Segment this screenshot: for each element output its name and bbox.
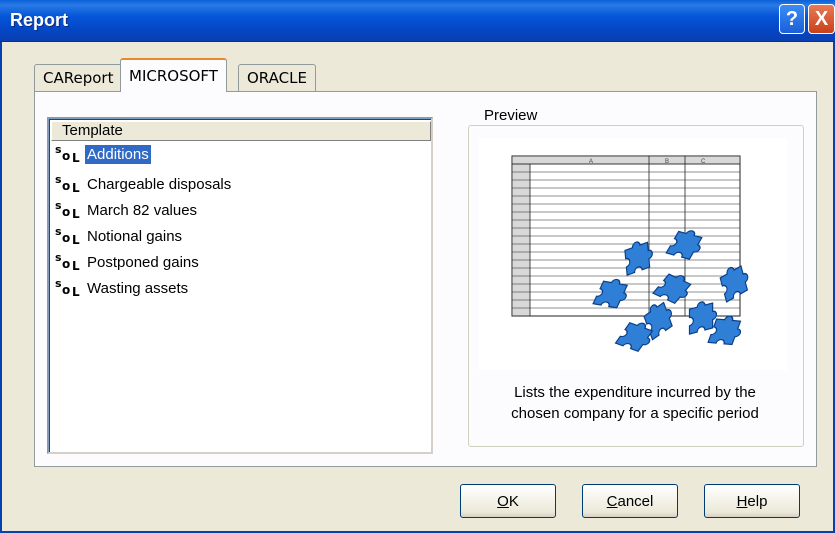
- list-item[interactable]: soL Notional gains: [53, 225, 184, 247]
- help-icon[interactable]: ?: [779, 4, 805, 34]
- list-item-label: March 82 values: [87, 201, 198, 219]
- preview-image: A B C: [479, 138, 787, 370]
- column-b-label: B: [665, 159, 669, 165]
- close-icon[interactable]: X: [808, 4, 835, 34]
- window-title: Report: [10, 10, 68, 30]
- ok-mnemonic: O: [497, 492, 509, 510]
- spreadsheet-grid: A B C: [511, 155, 741, 317]
- tab-oracle[interactable]: ORACLE: [238, 64, 316, 91]
- help-label-rest: elp: [747, 492, 768, 510]
- list-item-label: Chargeable disposals: [87, 175, 232, 193]
- sol-icon: soL: [55, 173, 80, 195]
- tab-microsoft[interactable]: MICROSOFT: [120, 58, 227, 92]
- ok-label-rest: K: [508, 492, 519, 510]
- list-item[interactable]: soL Wasting assets: [53, 277, 190, 299]
- preview-legend: Preview: [481, 107, 541, 124]
- caption-line-1: Lists the expenditure incurred by the: [514, 384, 756, 401]
- caption-line-2: chosen company for a specific period: [511, 405, 759, 422]
- template-column-header[interactable]: Template: [51, 121, 431, 141]
- list-item-label: Notional gains: [87, 227, 183, 245]
- cancel-mnemonic: C: [606, 492, 618, 510]
- sol-icon: soL: [55, 225, 80, 247]
- tab-careport[interactable]: CAReport: [34, 64, 123, 91]
- list-item[interactable]: soL Chargeable disposals: [53, 173, 233, 195]
- list-item-label: Postponed gains: [87, 253, 199, 271]
- title-bar[interactable]: Report ? X: [0, 0, 835, 42]
- list-item[interactable]: soL Additions: [53, 143, 151, 165]
- sol-icon: soL: [55, 277, 80, 299]
- list-item[interactable]: soL Postponed gains: [53, 251, 201, 273]
- sol-icon: soL: [55, 143, 80, 165]
- template-list[interactable]: Template soL Additions soL Chargeable di…: [47, 117, 433, 454]
- cancel-button[interactable]: Cancel: [582, 484, 678, 518]
- cancel-label-rest: ancel: [617, 492, 654, 510]
- sol-icon: soL: [55, 251, 80, 273]
- ok-button[interactable]: OK: [460, 484, 556, 518]
- help-mnemonic: H: [736, 492, 748, 510]
- list-item-label: Additions: [85, 144, 151, 164]
- list-item-label: Wasting assets: [87, 279, 189, 297]
- column-a-label: A: [589, 159, 593, 165]
- sol-icon: soL: [55, 199, 80, 221]
- column-c-label: C: [701, 159, 706, 165]
- list-item[interactable]: soL March 82 values: [53, 199, 199, 221]
- help-button[interactable]: Help: [704, 484, 800, 518]
- spreadsheet-puzzle-illustration: A B C: [511, 155, 749, 353]
- preview-caption: Lists the expenditure incurred by the ch…: [470, 382, 800, 424]
